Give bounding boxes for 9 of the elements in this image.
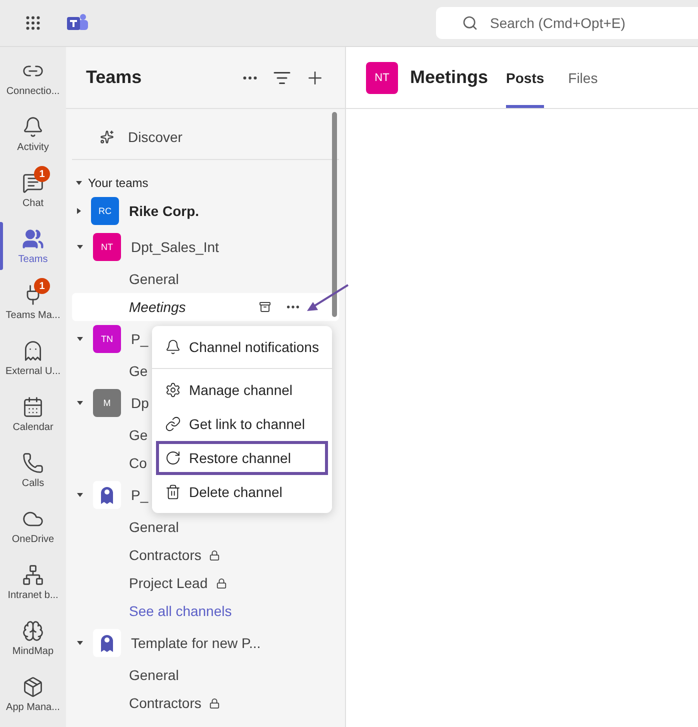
channel-title: Meetings: [410, 67, 488, 88]
channel-avatar: NT: [366, 62, 398, 94]
team-avatar: M: [93, 389, 121, 417]
team-avatar: TN: [93, 325, 121, 353]
notification-badge: 1: [34, 278, 50, 294]
team-avatar: RC: [91, 197, 119, 225]
notification-badge: 1: [34, 166, 50, 182]
panel-title: Teams: [86, 67, 142, 88]
team-avatar: NT: [93, 233, 121, 261]
